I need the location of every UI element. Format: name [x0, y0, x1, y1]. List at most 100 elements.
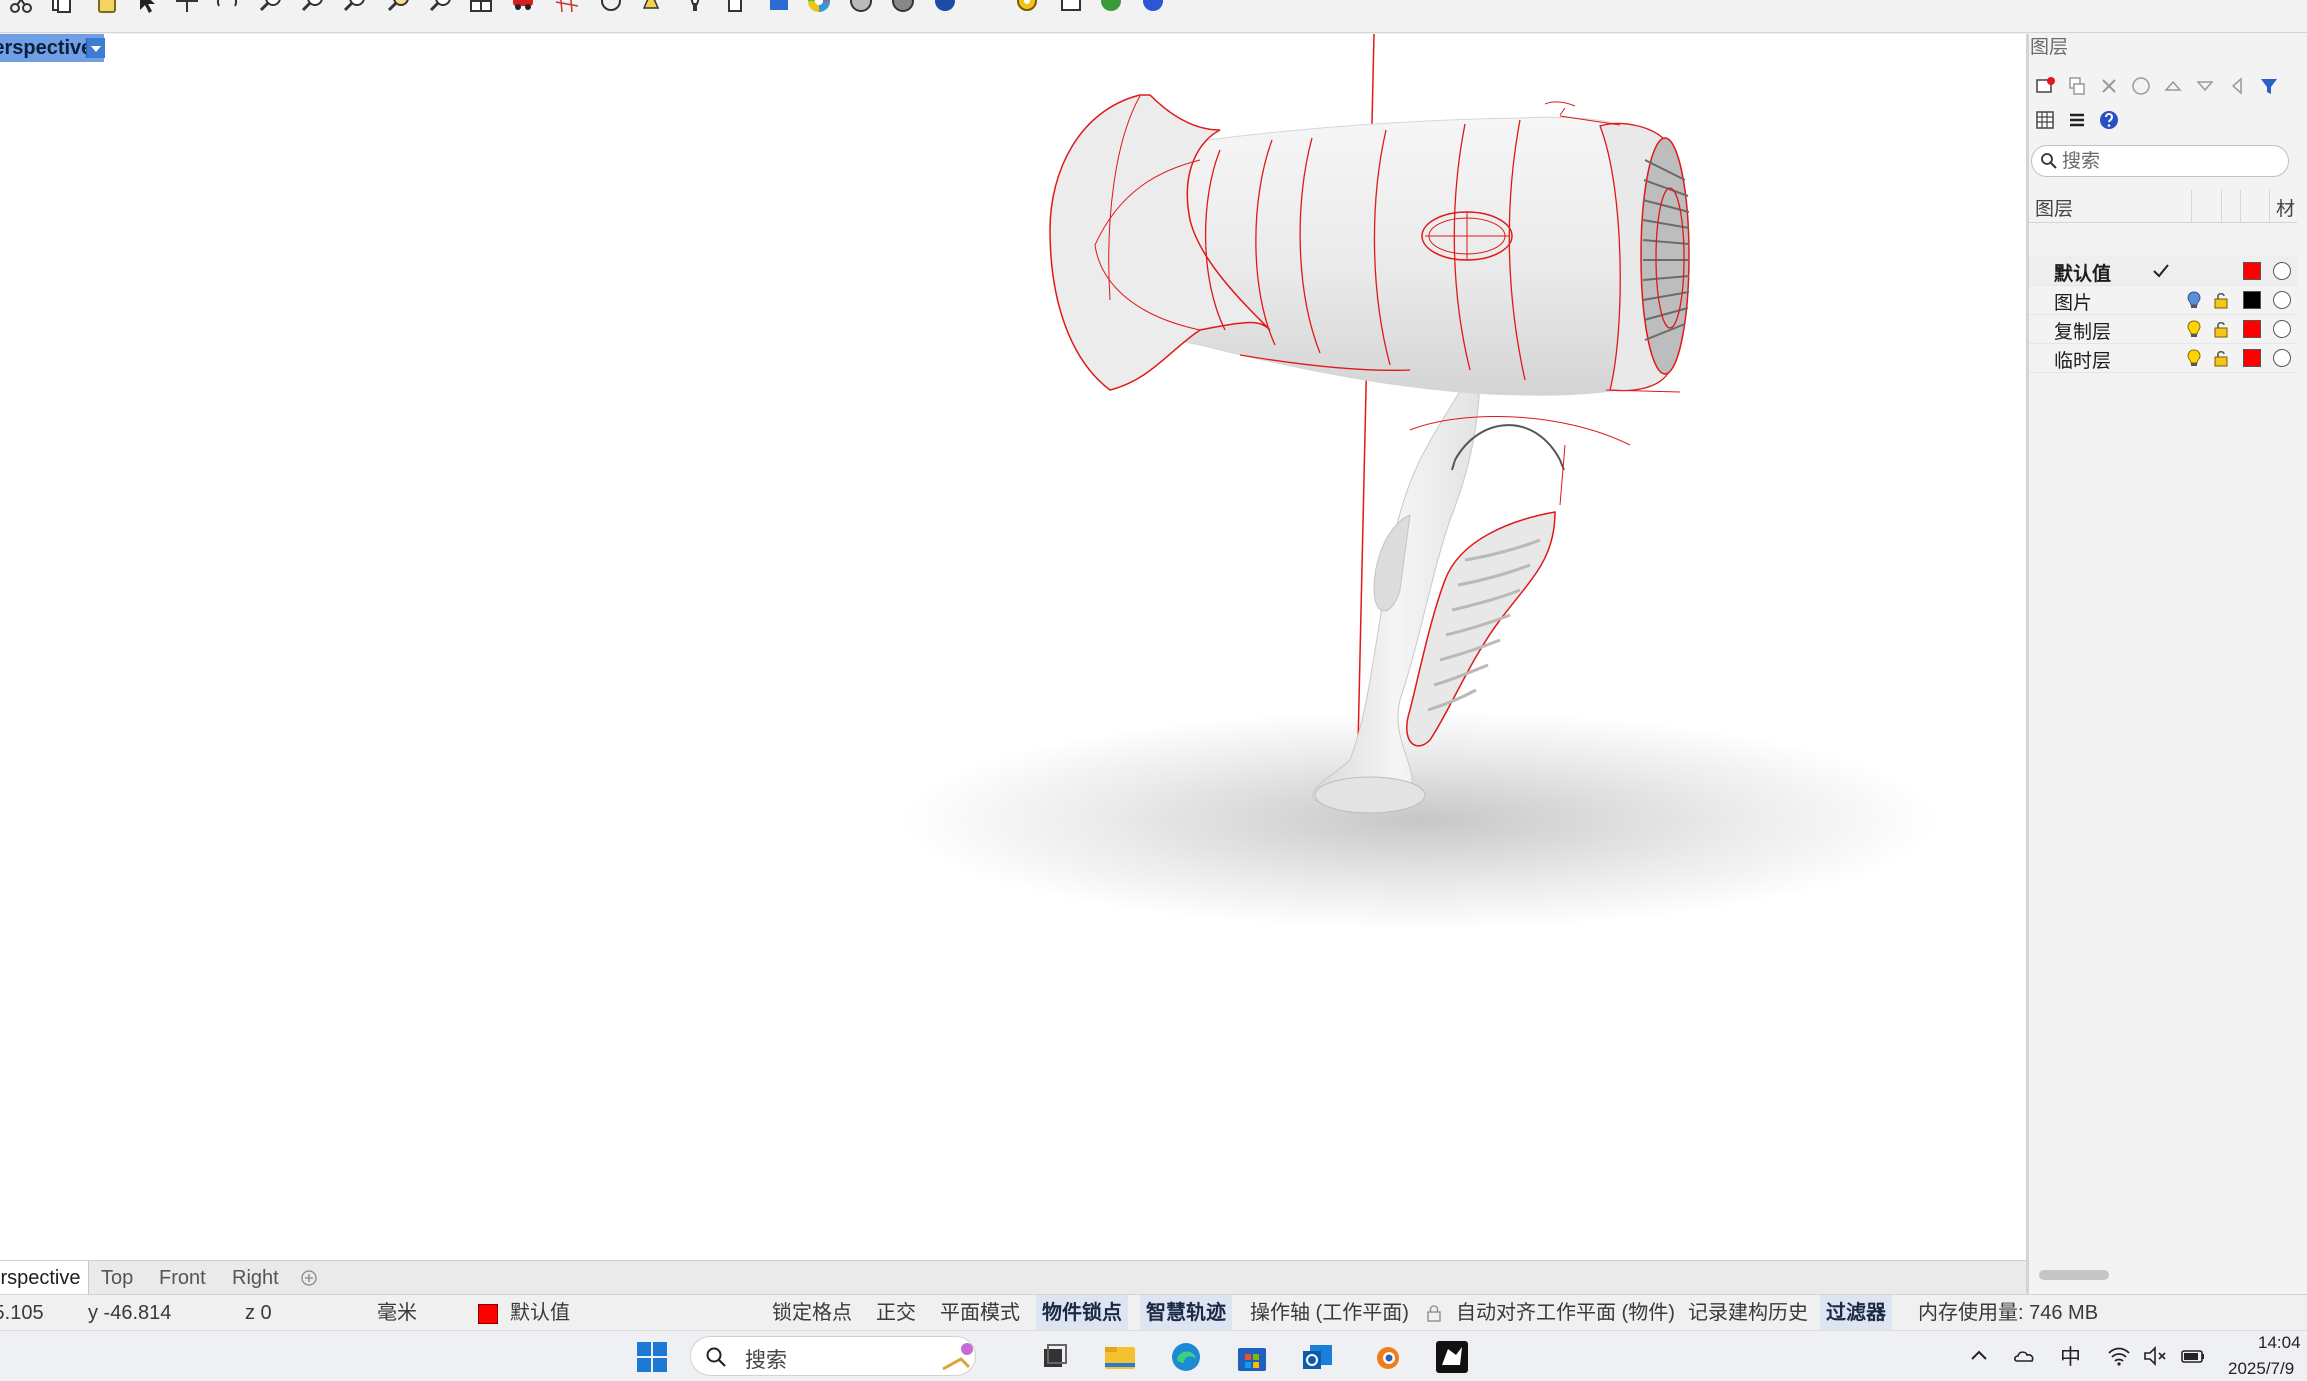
units-label[interactable]: 毫米 [377, 1295, 417, 1331]
pan-icon[interactable] [172, 0, 202, 16]
move-parent-icon[interactable] [2223, 72, 2251, 100]
current-layer-name[interactable]: 默认值 [510, 1295, 570, 1331]
layer-material-swatch[interactable] [2273, 320, 2291, 338]
lightbulb-on-icon[interactable] [2184, 348, 2204, 368]
gear-icon[interactable] [1012, 0, 1042, 16]
column-header-material[interactable]: 材 [2276, 194, 2295, 221]
undo-view-icon[interactable] [596, 0, 626, 16]
layer-row[interactable]: 复制层 [2029, 314, 2307, 344]
ortho-toggle[interactable]: 正交 [870, 1295, 922, 1331]
perspective-viewport[interactable]: Perspective [0, 34, 2026, 1260]
blender-icon[interactable] [1368, 1339, 1404, 1375]
copy-icon[interactable] [46, 0, 76, 16]
light-icon[interactable] [680, 0, 710, 16]
book-icon[interactable] [764, 0, 794, 16]
zoom-extents-icon[interactable] [384, 0, 414, 16]
grid-icon[interactable] [552, 0, 582, 16]
filter-icon[interactable] [2255, 72, 2283, 100]
layer-name[interactable]: 默认值 [2054, 259, 2111, 286]
viewport-menu-dropdown[interactable] [86, 38, 105, 58]
onedrive-icon[interactable] [2012, 1343, 2038, 1369]
lock-icon[interactable] [1427, 1304, 1441, 1322]
layer-material-swatch[interactable] [2273, 291, 2291, 309]
microsoft-store-icon[interactable] [1234, 1339, 1270, 1375]
smarttrack-toggle[interactable]: 智慧轨迹 [1140, 1295, 1232, 1331]
grid-snap-toggle[interactable]: 锁定格点 [766, 1295, 858, 1331]
layer-search-box[interactable] [2031, 145, 2289, 177]
delete-layer-icon[interactable] [2095, 72, 2123, 100]
auto-cplane-toggle[interactable]: 自动对齐工作平面 (物件) [1450, 1295, 1681, 1331]
volume-muted-icon[interactable] [2142, 1343, 2168, 1369]
point-cloud-icon[interactable] [636, 0, 666, 16]
layer-row[interactable]: 图片 [2029, 285, 2307, 315]
record-history-toggle[interactable]: 记录建构历史 [1682, 1295, 1814, 1331]
new-layer-icon[interactable] [2031, 72, 2059, 100]
layer-row[interactable]: 默认值 [2029, 256, 2307, 286]
edge-browser-icon[interactable] [1168, 1339, 1204, 1375]
filter-toggle[interactable]: 过滤器 [1820, 1295, 1892, 1331]
tab-front[interactable]: Front [159, 1261, 206, 1295]
move-down-icon[interactable] [2191, 72, 2219, 100]
file-explorer-icon[interactable] [1102, 1339, 1138, 1375]
add-tab-icon[interactable] [300, 1269, 318, 1287]
lightbulb-on-icon[interactable] [2184, 319, 2204, 339]
layer-color-swatch[interactable] [2243, 291, 2261, 309]
tab-top[interactable]: Top [101, 1261, 133, 1295]
shaded-sphere-icon[interactable] [846, 0, 876, 16]
options-icon[interactable] [1056, 0, 1086, 16]
column-header-layer[interactable]: 图层 [2035, 194, 2073, 221]
windows-start-icon[interactable] [634, 1339, 670, 1375]
layer-name[interactable]: 图片 [2054, 288, 2092, 315]
task-view-icon[interactable] [1036, 1339, 1072, 1375]
tab-perspective[interactable]: Perspective [0, 1261, 89, 1295]
rendered-sphere-icon[interactable] [888, 0, 918, 16]
horizontal-scrollbar[interactable] [2039, 1270, 2109, 1280]
wifi-icon[interactable] [2106, 1343, 2132, 1369]
rotate-view-icon[interactable] [212, 0, 242, 16]
clock-time[interactable]: 14:04 [2258, 1333, 2301, 1353]
unlock-icon[interactable] [2211, 348, 2231, 368]
gumball-toggle[interactable]: 操作轴 (工作平面) [1244, 1295, 1415, 1331]
layer-material-swatch[interactable] [2273, 262, 2291, 280]
layer-name[interactable]: 复制层 [2054, 317, 2111, 344]
layer-name[interactable]: 临时层 [2054, 346, 2111, 373]
unlock-icon[interactable] [2211, 319, 2231, 339]
new-sublayer-icon[interactable] [2063, 72, 2091, 100]
layer-row[interactable]: 临时层 [2029, 343, 2307, 373]
page-icon[interactable] [720, 0, 750, 16]
osnap-toggle[interactable]: 物件锁点 [1036, 1295, 1128, 1331]
input-method-indicator[interactable]: 中 [2060, 1341, 2081, 1371]
layer-list-icon[interactable] [2063, 106, 2091, 134]
update-icon[interactable] [1096, 0, 1126, 16]
outlook-icon[interactable] [1300, 1339, 1336, 1375]
zoom-dynamic-icon[interactable] [340, 0, 370, 16]
layer-color-swatch[interactable] [2243, 349, 2261, 367]
rhino-app-icon[interactable] [1434, 1339, 1470, 1375]
hair-dryer-model[interactable] [0, 34, 2026, 1260]
layer-color-swatch[interactable] [2243, 320, 2261, 338]
layer-material-swatch[interactable] [2273, 349, 2291, 367]
current-layer-color[interactable] [478, 1304, 498, 1324]
zoom-icon[interactable] [256, 0, 286, 16]
clock-date[interactable]: 2025/7/9 [2228, 1359, 2294, 1379]
layer-search-input[interactable] [2060, 149, 2284, 175]
tab-right[interactable]: Right [232, 1261, 279, 1295]
battery-icon[interactable] [2180, 1343, 2206, 1369]
help-icon[interactable] [2095, 106, 2123, 134]
select-arrow-icon[interactable] [132, 0, 162, 16]
taskbar-search-box[interactable]: 搜索 [690, 1336, 976, 1376]
filter-hand-icon[interactable] [2127, 72, 2155, 100]
show-hidden-icons-icon[interactable] [1966, 1343, 1992, 1369]
globe-icon[interactable] [930, 0, 960, 16]
paste-icon[interactable] [92, 0, 122, 16]
layer-color-swatch[interactable] [2243, 262, 2261, 280]
lightbulb-on-icon[interactable] [2184, 290, 2204, 310]
zoom-selected-icon[interactable] [426, 0, 456, 16]
car-icon[interactable] [508, 0, 538, 16]
move-up-icon[interactable] [2159, 72, 2187, 100]
planar-toggle[interactable]: 平面模式 [934, 1295, 1026, 1331]
unlock-icon[interactable] [2211, 290, 2231, 310]
cut-icon[interactable] [6, 0, 36, 16]
color-wheel-icon[interactable] [804, 0, 834, 16]
help-icon[interactable] [1138, 0, 1168, 16]
